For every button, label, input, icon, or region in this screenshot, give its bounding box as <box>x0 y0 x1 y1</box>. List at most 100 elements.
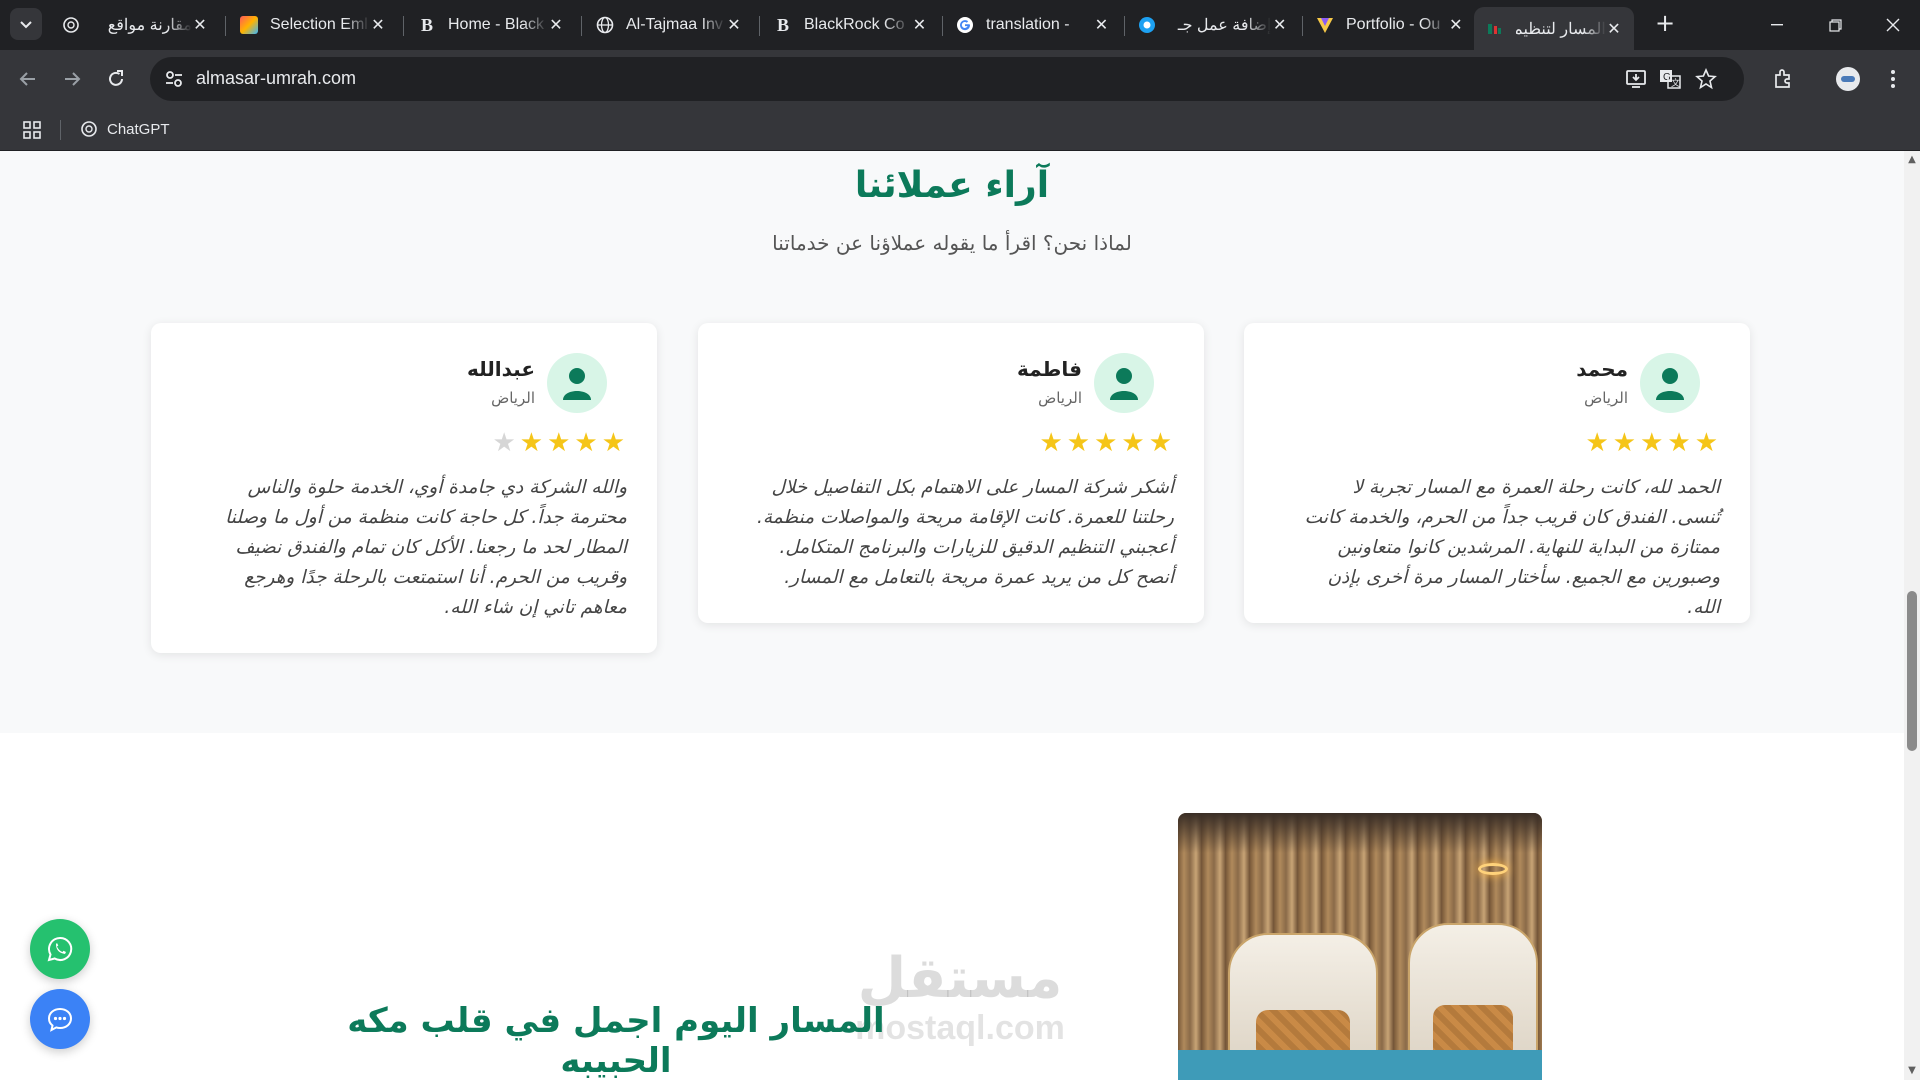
google-icon <box>956 16 974 34</box>
avatar <box>547 353 607 413</box>
minimize-button[interactable] <box>1748 0 1806 50</box>
star-icon: ★ <box>1148 428 1172 458</box>
close-icon[interactable]: ✕ <box>911 15 928 35</box>
tab-6[interactable]: translation - ✕ <box>944 7 1122 43</box>
tab-active[interactable]: المسار لتنظيم ✕ <box>1474 7 1634 50</box>
tab-8[interactable]: Portfolio - Ou ✕ <box>1304 7 1476 43</box>
tab-title: Selection Eml <box>270 16 368 33</box>
tab-title: Portfolio - Ou <box>1346 16 1441 33</box>
tab-5[interactable]: B BlackRock Co ✕ <box>762 7 940 43</box>
circle-logo-icon <box>1138 16 1156 34</box>
url-text[interactable]: almasar-umrah.com <box>196 68 356 89</box>
customer-name: عبدالله <box>466 357 535 381</box>
site-logo-icon <box>1486 20 1504 38</box>
tab-divider <box>403 16 404 36</box>
close-icon[interactable]: ✕ <box>1448 15 1464 35</box>
tab-divider <box>759 16 760 36</box>
close-icon[interactable]: ✕ <box>548 15 564 35</box>
testimonial-text: الحمد لله، كانت رحلة العمرة مع المسار تج… <box>1304 477 1720 618</box>
star-icon: ★ <box>601 428 625 458</box>
user-icon <box>1656 368 1684 400</box>
star-icon: ★ <box>574 428 598 458</box>
scroll-thumb[interactable] <box>1907 591 1917 751</box>
close-icon[interactable]: ✕ <box>1271 15 1288 35</box>
svg-text:G: G <box>1663 72 1671 83</box>
star-icon: ★ <box>1094 428 1118 458</box>
about-title: المسار اليوم اجمل في قلب مكه الحبيبه <box>347 1001 885 1080</box>
restore-button[interactable] <box>1806 0 1864 50</box>
testimonial-card: فاطمة الرياض ★ ★ ★ ★ ★ أشكر شركة المسار … <box>698 323 1204 623</box>
testimonial-text: أشكر شركة المسار على الاهتمام بكل التفاص… <box>756 477 1174 588</box>
chevron-down-icon <box>20 21 32 29</box>
close-icon[interactable]: ✕ <box>370 15 386 35</box>
star-icon: ★ <box>1066 428 1091 458</box>
tab-2[interactable]: Selection Eml ✕ <box>228 7 398 43</box>
star-rating: ★ ★ ★ ★ ★ <box>492 429 625 457</box>
star-icon: ★ <box>1667 428 1691 458</box>
tab-divider <box>225 16 226 36</box>
back-button[interactable] <box>13 64 43 94</box>
close-icon[interactable]: ✕ <box>726 15 742 35</box>
star-icon: ★ <box>1121 428 1145 458</box>
new-tab-button[interactable]: + <box>1650 8 1680 38</box>
tab-title: مقارنة مواقع <box>107 17 192 34</box>
arrow-right-icon <box>65 72 81 86</box>
tab-strip: مقارنة مواقع ✕ Selection Eml ✕ B Home - … <box>0 0 1920 50</box>
customer-name: فاطمة <box>1017 357 1082 381</box>
bookmark-chatgpt[interactable]: ChatGPT <box>80 116 170 142</box>
browser-toolbar: almasar-umrah.com G文 <box>0 50 1920 108</box>
tab-1[interactable]: مقارنة مواقع ✕ <box>50 7 220 43</box>
page-scrollbar[interactable]: ▲ ▼ <box>1904 151 1920 1080</box>
forward-button[interactable] <box>57 64 87 94</box>
close-icon <box>1886 18 1900 32</box>
star-icon: ★ <box>1039 428 1063 458</box>
bookmark-label: ChatGPT <box>107 120 170 138</box>
user-icon <box>1110 368 1138 400</box>
puzzle-logo-icon <box>240 16 258 34</box>
bus-interior-image <box>1178 813 1542 1080</box>
customer-city: الرياض <box>491 389 535 407</box>
page-viewport: آراء عملائنا لماذا نحن؟ اقرأ ما يقوله عم… <box>0 151 1904 1080</box>
arrow-left-icon <box>19 72 35 86</box>
install-app-icon[interactable] <box>1624 67 1648 91</box>
tab-3[interactable]: B Home - Black ✕ <box>406 7 576 43</box>
tab-title: Al-Tajmaa Inv <box>626 16 723 33</box>
tab-search-button[interactable] <box>10 8 42 40</box>
section-subtitle: لماذا نحن؟ اقرأ ما يقوله عملاؤنا عن خدما… <box>772 231 1132 255</box>
bookmarks-divider <box>60 120 61 140</box>
tab-7[interactable]: إضافة عمل جـ ✕ <box>1126 7 1300 43</box>
tab-4[interactable]: Al-Tajmaa Inv ✕ <box>584 7 754 43</box>
star-icon: ★ <box>1694 428 1718 458</box>
whatsapp-button[interactable] <box>30 919 90 979</box>
bookmark-star-icon[interactable] <box>1694 67 1718 91</box>
address-bar[interactable]: almasar-umrah.com G文 <box>150 57 1744 101</box>
chat-button[interactable] <box>30 989 90 1049</box>
star-rating: ★ ★ ★ ★ ★ <box>1585 429 1718 457</box>
b-logo-icon: B <box>420 14 433 35</box>
apps-grid-icon[interactable] <box>22 120 42 140</box>
star-icon: ★ <box>492 428 516 458</box>
scroll-up-arrow-icon[interactable]: ▲ <box>1907 155 1917 165</box>
tab-divider <box>581 16 582 36</box>
close-window-button[interactable] <box>1864 0 1920 50</box>
user-icon <box>563 368 591 400</box>
minimize-icon <box>1771 24 1783 26</box>
tab-title: إضافة عمل جـ <box>1177 17 1272 34</box>
reload-button[interactable] <box>101 64 131 94</box>
photo-light <box>1478 863 1508 875</box>
close-icon[interactable]: ✕ <box>1606 19 1622 39</box>
star-icon: ★ <box>519 428 544 458</box>
profile-avatar[interactable] <box>1833 64 1863 94</box>
extensions-icon[interactable] <box>1768 64 1798 94</box>
scroll-down-arrow-icon[interactable]: ▼ <box>1907 1066 1917 1076</box>
translate-icon[interactable]: G文 <box>1658 67 1682 91</box>
tab-title: translation - <box>986 16 1070 33</box>
openai-icon <box>81 121 97 137</box>
svg-text:文: 文 <box>1671 77 1680 88</box>
close-icon[interactable]: ✕ <box>192 15 208 35</box>
restore-icon <box>1828 18 1842 32</box>
site-info-icon[interactable] <box>162 67 186 91</box>
testimonial-card: محمد الرياض ★ ★ ★ ★ ★ الحمد لله، كانت رح… <box>1244 323 1750 623</box>
close-icon[interactable]: ✕ <box>1093 15 1110 35</box>
more-menu-icon[interactable] <box>1878 64 1908 94</box>
